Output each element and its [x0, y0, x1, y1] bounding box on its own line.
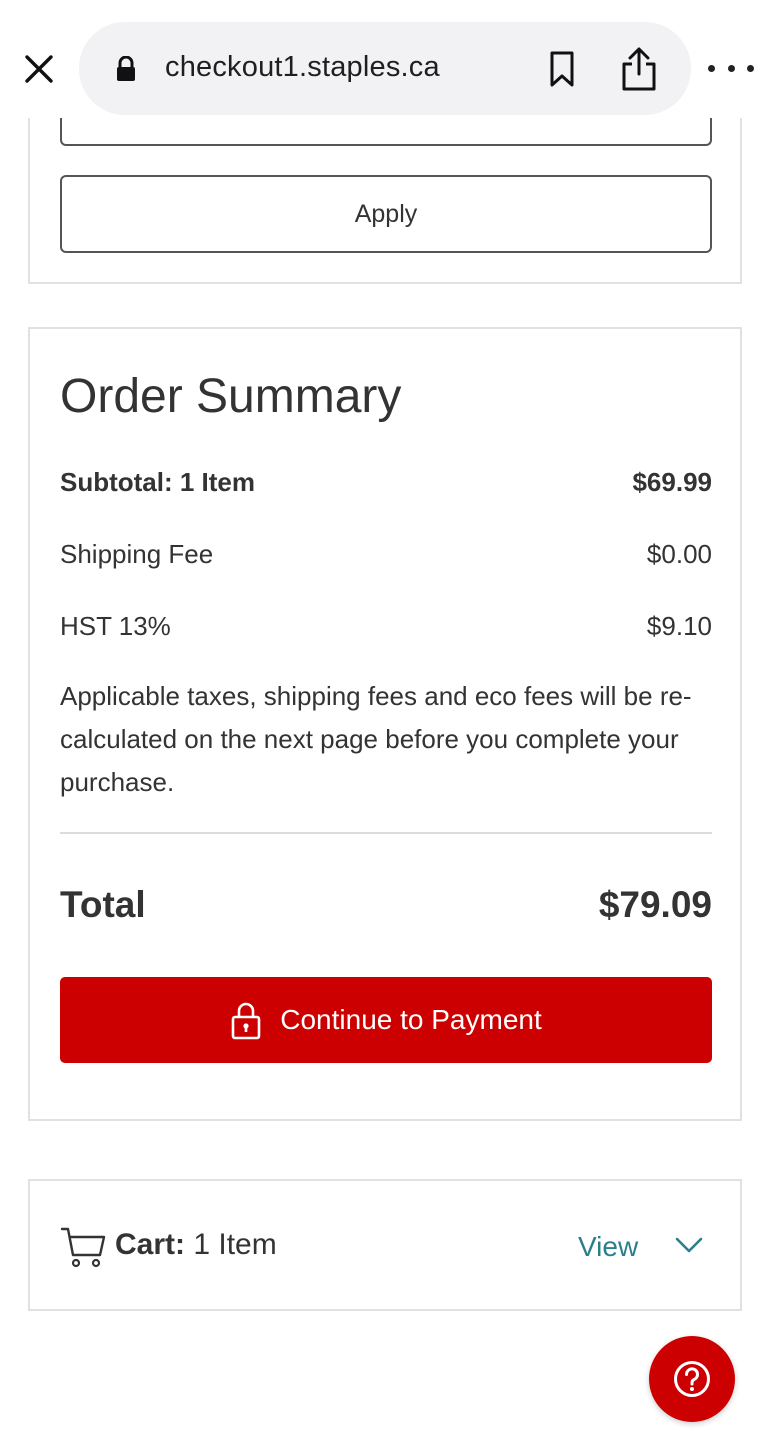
cart-icon [60, 1227, 106, 1268]
browser-toolbar: checkout1.staples.ca [0, 0, 771, 118]
more-dot [747, 64, 754, 72]
shipping-fee-label: Shipping Fee [60, 538, 214, 569]
apply-button[interactable]: Apply [60, 175, 712, 253]
order-summary-card: Order Summary Subtotal: 1 Item $69.99 Sh… [28, 327, 742, 1121]
address-bar[interactable]: checkout1.staples.ca [79, 22, 691, 115]
continue-to-payment-label: Continue to Payment [280, 1004, 542, 1035]
share-icon[interactable] [619, 46, 659, 92]
subtotal-row: Subtotal: 1 Item $69.99 [60, 464, 712, 500]
tax-row: HST 13% $9.10 [60, 608, 712, 644]
view-cart-link[interactable]: View [578, 1231, 638, 1263]
question-icon [674, 1361, 710, 1397]
cart-summary-label: Cart: 1 Item [115, 1228, 277, 1262]
tax-label: HST 13% [60, 610, 171, 641]
cart-card[interactable]: Cart: 1 Item View [28, 1179, 742, 1311]
url-text: checkout1.staples.ca [165, 51, 440, 83]
close-icon [25, 55, 53, 83]
tax-note: Applicable taxes, shipping fees and eco … [60, 681, 692, 797]
continue-to-payment-button[interactable]: Continue to Payment [60, 977, 712, 1063]
more-dot [708, 64, 715, 72]
total-label: Total [60, 884, 146, 925]
shipping-fee-row: Shipping Fee $0.00 [60, 536, 712, 572]
cart-item-count: 1 Item [185, 1228, 277, 1261]
order-summary-title: Order Summary [60, 370, 402, 423]
shipping-fee-value: $0.00 [646, 538, 712, 569]
more-dot [727, 64, 735, 72]
divider [60, 832, 712, 834]
help-button[interactable] [649, 1336, 735, 1422]
total-row: Total $79.09 [60, 884, 712, 926]
padlock-icon [231, 1002, 261, 1040]
lock-icon [117, 56, 135, 81]
chevron-down-icon[interactable] [674, 1233, 704, 1257]
more-icon[interactable] [708, 56, 754, 80]
bookmark-icon[interactable] [546, 49, 578, 89]
close-button[interactable] [20, 50, 58, 88]
subtotal-value: $69.99 [632, 466, 712, 497]
subtotal-label: Subtotal: 1 Item [60, 466, 256, 497]
cart-label-bold: Cart: [115, 1228, 186, 1261]
total-value: $79.09 [598, 884, 712, 925]
tax-value: $9.10 [646, 610, 712, 641]
